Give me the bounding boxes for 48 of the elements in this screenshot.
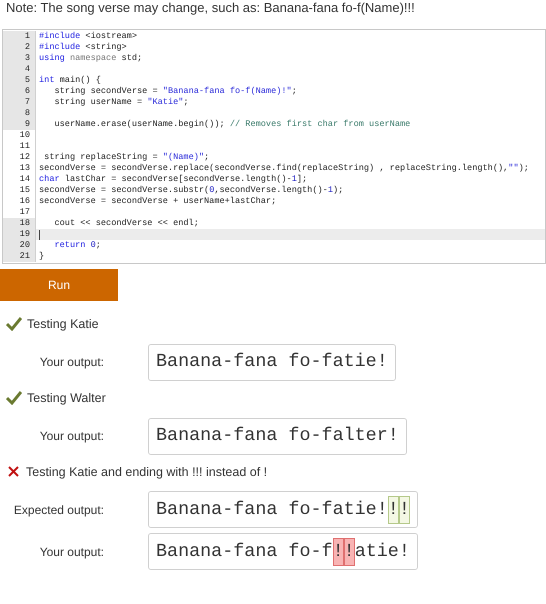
text-cursor: [39, 230, 40, 240]
code-line: secondVerse = secondVerse + userName+lastChar;: [38, 196, 276, 207]
code-line: secondVerse = secondVerse.substr(0,secondVerse.length()-1);: [38, 185, 344, 196]
code-line: cout << secondVerse << endl;: [53, 218, 199, 229]
line-number: 20: [3, 240, 36, 251]
test-title: Testing Walter: [27, 390, 106, 407]
code-line: #include <string>: [38, 42, 127, 53]
line-number: 8: [3, 108, 36, 119]
code-line: #include <iostream>: [38, 31, 137, 42]
code-line: userName.erase(userName.begin()); // Removes first char from userName: [53, 119, 410, 130]
code-line: }: [38, 251, 44, 262]
line-number: 6: [3, 86, 36, 97]
line-number: 2: [3, 42, 36, 53]
code-line: return 0;: [53, 240, 101, 251]
output-label: Your output:: [40, 544, 104, 561]
line-number: 7: [3, 97, 36, 108]
code-line: string userName = "Katie";: [53, 97, 189, 108]
run-button[interactable]: Run: [0, 269, 118, 301]
line-number: 9: [3, 119, 36, 130]
code-line: string replaceString = "(Name)";: [43, 152, 210, 163]
code-line: int main() {: [38, 75, 101, 86]
line-number: 1: [3, 31, 36, 42]
code-line: secondVerse = secondVerse.replace(secondVerse.find(replaceString) , replaceString.length(),"");: [38, 163, 529, 174]
code-editor[interactable]: [2, 29, 546, 264]
line-number: 4: [3, 64, 36, 75]
output-text: atie!: [354, 540, 410, 564]
output-text: Banana-fana fo-f: [156, 540, 333, 564]
test-title: Testing Katie: [27, 316, 99, 333]
diff-highlight: !: [398, 496, 410, 524]
output-label: Your output:: [40, 428, 104, 445]
output-text: Banana-fana fo-fatie!: [156, 350, 388, 374]
diff-highlight: !: [388, 496, 399, 524]
line-number: 21: [3, 251, 36, 262]
test-title: Testing Katie and ending with !!! instead of !: [26, 464, 268, 481]
note-text: Note: The song verse may change, such as: Banana-fana fo-f(Name)!!!: [5, 0, 415, 16]
output-text: Banana-fana fo-fatie!: [156, 498, 388, 522]
output-label: Your output:: [40, 354, 104, 372]
line-number: 18: [3, 218, 36, 229]
diff-highlight: !: [332, 538, 344, 566]
code-line: char lastChar = secondVerse[secondVerse.length()-1];: [38, 174, 308, 185]
output-text: Banana-fana fo-falter!: [156, 424, 399, 448]
line-number: 19: [3, 229, 36, 240]
line-number: 5: [3, 75, 36, 86]
code-line: using namespace std;: [38, 53, 142, 64]
output-label: Expected output:: [14, 502, 104, 519]
line-number: 3: [3, 53, 36, 64]
diff-highlight: !: [344, 538, 355, 566]
code-line: string secondVerse = "Banana-fana fo-f(Name)!";: [53, 86, 297, 97]
